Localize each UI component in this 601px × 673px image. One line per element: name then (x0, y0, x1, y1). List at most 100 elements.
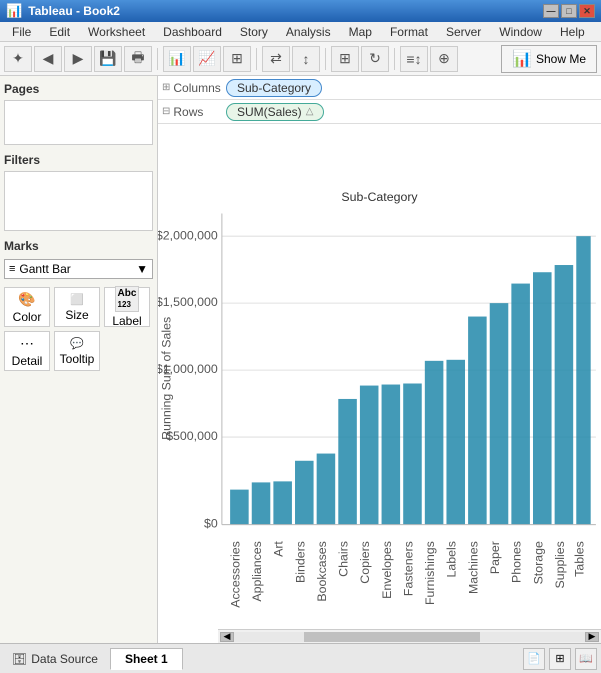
left-panel: Pages Filters Marks ≡ Gantt Bar ▼ 🎨 Colo… (0, 76, 158, 643)
toolbar-viz1-button[interactable]: 📊 (163, 46, 191, 72)
columns-shelf: ⊞ Columns Sub-Category (158, 76, 601, 100)
marks-buttons-container: 🎨 Color ⬜ Size Abc123 Label ⋯ Detail 💬 (4, 283, 153, 375)
toolbar-viz2-button[interactable]: 📈 (193, 46, 221, 72)
svg-text:Binders: Binders (293, 541, 307, 583)
sheet1-tab[interactable]: Sheet 1 (110, 648, 183, 670)
horizontal-scrollbar[interactable]: ◀ ▶ (218, 629, 601, 643)
color-button[interactable]: 🎨 Color (4, 287, 50, 327)
data-source-label: Data Source (31, 652, 98, 666)
rows-shelf-label: ⊟ Rows (162, 105, 222, 119)
menu-map[interactable]: Map (341, 23, 380, 41)
toolbar: ✦ ◀ ▶ 💾 🖶 📊 📈 ⊞ ⇄ ↕ ⊞ ↻ ≡↕ ⊕ 📊 Show Me (0, 42, 601, 76)
window-title: Tableau - Book2 (28, 4, 120, 18)
menu-help[interactable]: Help (552, 23, 593, 41)
detail-button[interactable]: ⋯ Detail (4, 331, 50, 371)
rows-pill-delta: △ (306, 106, 314, 117)
svg-text:Art: Art (272, 541, 286, 557)
rows-grid-icon: ⊟ (162, 106, 170, 117)
toolbar-swap-button[interactable]: ⇄ (262, 46, 290, 72)
marks-type-label: Gantt Bar (19, 262, 132, 276)
svg-text:$2,000,000: $2,000,000 (158, 228, 218, 242)
filters-label: Filters (4, 151, 153, 169)
menu-dashboard[interactable]: Dashboard (155, 23, 230, 41)
svg-text:Machines: Machines (466, 541, 480, 594)
scroll-thumb[interactable] (304, 632, 480, 642)
toolbar-separator-1 (157, 48, 158, 70)
viz-container: Sub-Category $2,000,000 $1,500,000 $1,00… (158, 124, 601, 643)
toolbar-refresh-button[interactable]: ↻ (361, 46, 389, 72)
new-story-button[interactable]: 📖 (575, 648, 597, 670)
menu-window[interactable]: Window (491, 23, 550, 41)
chart-svg: Sub-Category $2,000,000 $1,500,000 $1,00… (158, 124, 601, 643)
title-bar-controls: — □ ✕ (543, 4, 595, 18)
svg-text:Paper: Paper (488, 541, 502, 574)
show-me-button[interactable]: 📊 Show Me (501, 45, 597, 73)
svg-text:Labels: Labels (445, 541, 459, 577)
scroll-left-button[interactable]: ◀ (220, 632, 234, 642)
svg-text:Tables: Tables (572, 541, 586, 577)
svg-text:Storage: Storage (531, 541, 545, 584)
size-icon: ⬜ (70, 293, 84, 306)
toolbar-new-button[interactable]: ✦ (4, 46, 32, 72)
menu-format[interactable]: Format (382, 23, 436, 41)
toolbar-viz3-button[interactable]: ⊞ (223, 46, 251, 72)
minimize-button[interactable]: — (543, 4, 559, 18)
new-sheet-button[interactable]: 📄 (523, 648, 545, 670)
filters-section: Filters (4, 151, 153, 231)
toolbar-save-button[interactable]: 💾 (94, 46, 122, 72)
size-button[interactable]: ⬜ Size (54, 287, 100, 327)
columns-shelf-label: ⊞ Columns (162, 81, 222, 95)
show-me-label: Show Me (536, 52, 586, 66)
label-label: Label (112, 314, 141, 328)
bottom-bar: 🗄 Data Source Sheet 1 📄 ⊞ 📖 (0, 643, 601, 673)
menu-worksheet[interactable]: Worksheet (80, 23, 153, 41)
title-bar: 📊 Tableau - Book2 — □ ✕ (0, 0, 601, 22)
svg-text:Furnishings: Furnishings (423, 541, 437, 605)
label-button[interactable]: Abc123 Label (104, 287, 150, 327)
menu-analysis[interactable]: Analysis (278, 23, 339, 41)
app-icon: 📊 (6, 3, 22, 19)
toolbar-group-button[interactable]: ⊕ (430, 46, 458, 72)
marks-label: Marks (4, 237, 153, 255)
toolbar-forward-button[interactable]: ▶ (64, 46, 92, 72)
toolbar-separator-2 (256, 48, 257, 70)
menu-bar: File Edit Worksheet Dashboard Story Anal… (0, 22, 601, 42)
toolbar-sort-button[interactable]: ↕ (292, 46, 320, 72)
marks-type-dropdown[interactable]: ≡ Gantt Bar ▼ (4, 259, 153, 279)
tooltip-icon: 💬 (70, 337, 84, 350)
toolbar-print-button[interactable]: 🖶 (124, 46, 152, 72)
toolbar-filter-button[interactable]: ≡↕ (400, 46, 428, 72)
columns-pill[interactable]: Sub-Category (226, 79, 322, 97)
main-layout: Pages Filters Marks ≡ Gantt Bar ▼ 🎨 Colo… (0, 76, 601, 643)
menu-file[interactable]: File (4, 23, 39, 41)
color-label: Color (13, 310, 42, 324)
sheet1-label: Sheet 1 (125, 652, 168, 666)
svg-text:Phones: Phones (510, 541, 524, 583)
menu-story[interactable]: Story (232, 23, 276, 41)
data-source-tab[interactable]: 🗄 Data Source (4, 649, 106, 669)
toolbar-back-button[interactable]: ◀ (34, 46, 62, 72)
filters-box (4, 171, 153, 231)
show-me-icon: 📊 (512, 49, 532, 69)
svg-text:Fasteners: Fasteners (401, 541, 415, 596)
data-source-icon: 🗄 (12, 652, 27, 666)
svg-text:$0: $0 (204, 517, 218, 531)
maximize-button[interactable]: □ (561, 4, 577, 18)
menu-server[interactable]: Server (438, 23, 489, 41)
toolbar-fix-button[interactable]: ⊞ (331, 46, 359, 72)
new-dashboard-button[interactable]: ⊞ (549, 648, 571, 670)
menu-edit[interactable]: Edit (41, 23, 78, 41)
scroll-right-button[interactable]: ▶ (585, 632, 599, 642)
rows-shelf: ⊟ Rows SUM(Sales) △ (158, 100, 601, 124)
svg-text:Running Sum of Sales: Running Sum of Sales (159, 317, 173, 440)
svg-text:Accessories: Accessories (228, 541, 242, 608)
columns-grid-icon: ⊞ (162, 82, 170, 93)
close-button[interactable]: ✕ (579, 4, 595, 18)
svg-text:Copiers: Copiers (358, 541, 372, 584)
tooltip-button[interactable]: 💬 Tooltip (54, 331, 100, 371)
size-label: Size (65, 308, 88, 322)
toolbar-separator-4 (394, 48, 395, 70)
rows-pill-text: SUM(Sales) (237, 105, 302, 119)
label-icon: Abc123 (115, 286, 140, 312)
rows-pill[interactable]: SUM(Sales) △ (226, 103, 324, 121)
